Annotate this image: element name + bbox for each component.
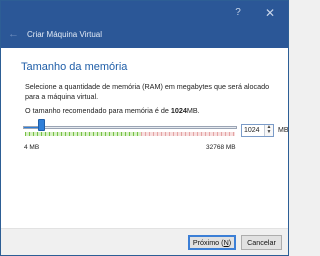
safe-zone-ticks <box>25 132 141 136</box>
dialog-footer: Próximo (N) Cancelar <box>1 229 288 255</box>
create-vm-dialog: ? ✕ ← Criar Máquina Virtual Tamanho da m… <box>0 0 289 256</box>
back-arrow-icon[interactable]: ← <box>8 28 20 40</box>
memory-slider[interactable] <box>23 119 237 141</box>
next-label-suffix: ) <box>228 238 232 247</box>
slider-ticks <box>25 132 235 136</box>
memory-unit-label: MB <box>278 127 289 134</box>
memory-description: Selecione a quantidade de memória (RAM) … <box>25 82 270 101</box>
slider-track <box>23 126 237 129</box>
close-icon[interactable]: ✕ <box>260 5 280 21</box>
memory-value-input[interactable] <box>244 125 264 136</box>
wizard-title: Criar Máquina Virtual <box>27 30 102 39</box>
recommend-value: 1024 <box>170 106 187 115</box>
next-label-prefix: Próximo ( <box>192 238 224 247</box>
cancel-button[interactable]: Cancelar <box>241 235 282 250</box>
help-icon[interactable]: ? <box>228 5 248 21</box>
page-heading: Tamanho da memória <box>21 61 128 73</box>
unsafe-zone-ticks <box>140 132 235 136</box>
slider-thumb[interactable] <box>37 119 45 131</box>
recommend-prefix: O tamanho recomendado para memória é de <box>25 106 171 115</box>
recommended-memory-text: O tamanho recomendado para memória é de … <box>25 106 200 115</box>
slider-min-label: 4 MB <box>24 144 40 151</box>
recommend-suffix: MB. <box>186 106 200 115</box>
spin-arrows: ▲ ▼ <box>264 125 273 136</box>
slider-max-label: 32768 MB <box>206 144 236 151</box>
title-bar: ? ✕ ← Criar Máquina Virtual <box>1 1 288 48</box>
spin-down-icon[interactable]: ▼ <box>265 130 273 135</box>
next-button[interactable]: Próximo (N) <box>188 235 236 250</box>
memory-spinbox[interactable]: ▲ ▼ <box>241 124 274 137</box>
